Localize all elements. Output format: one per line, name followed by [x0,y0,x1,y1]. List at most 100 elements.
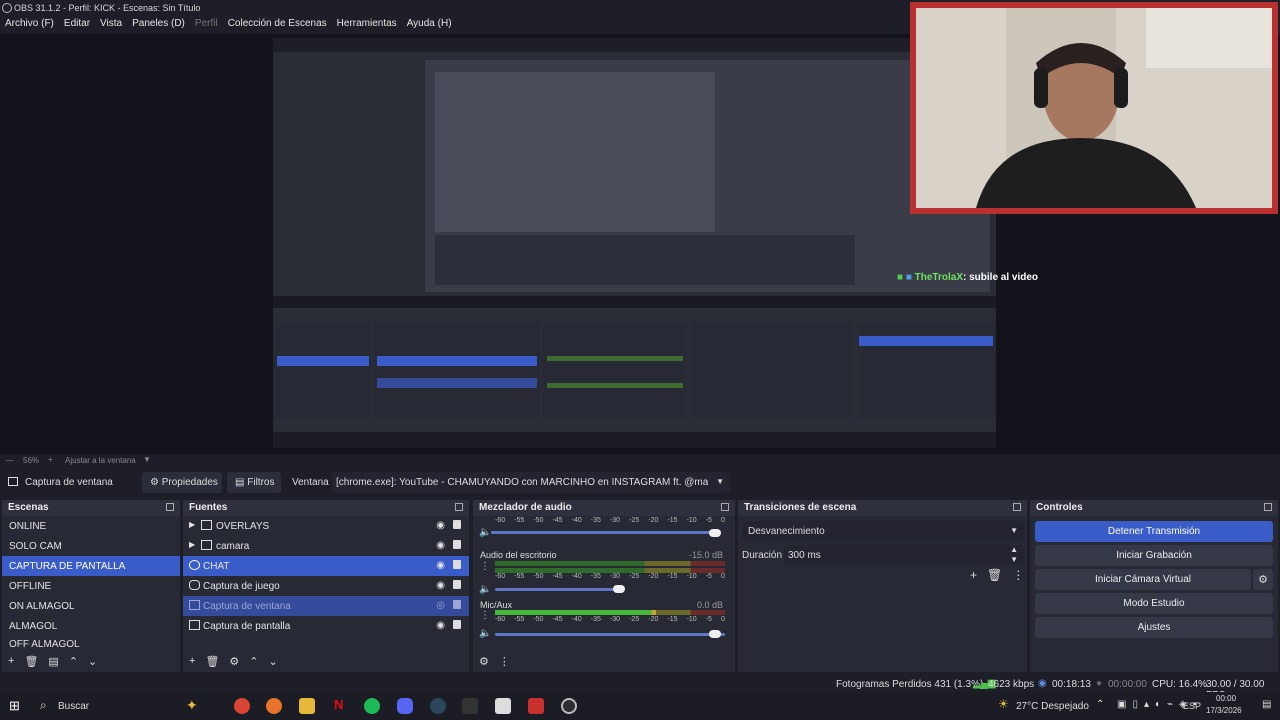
scene-item[interactable]: ALMAGOL [2,616,180,636]
window-select[interactable]: [chrome.exe]: YouTube - CHAMUYANDO con M… [332,472,730,493]
down-icon[interactable]: ⌄ [269,655,278,668]
volume-knob[interactable] [709,630,721,638]
source-item[interactable]: ▶ camara ◉ [183,536,469,556]
expand-icon[interactable]: ▶ [189,520,195,529]
scene-item-selected[interactable]: CAPTURA DE PANTALLA [2,556,180,576]
menu-paneles[interactable]: Paneles (D) [127,16,190,34]
firefox-icon[interactable] [266,698,282,714]
trash-icon[interactable]: 🗑 [987,568,1002,582]
fit-to-window[interactable]: Ajustar a la ventana [65,456,136,465]
scene-item[interactable]: ONLINE [2,516,180,536]
menu-herramientas[interactable]: Herramientas [332,16,402,34]
menu-editar[interactable]: Editar [59,16,95,34]
volume-slider[interactable] [491,531,721,534]
lock-icon[interactable] [453,580,461,589]
lock-icon[interactable] [453,600,461,609]
trash-icon[interactable]: 🗑 [24,655,38,668]
add-icon[interactable]: + [970,568,977,582]
up-icon[interactable]: ⌃ [69,655,78,668]
app-icon[interactable] [528,698,544,714]
language[interactable]: ESP [1183,701,1201,711]
file-explorer-icon[interactable] [299,698,315,714]
undock-icon[interactable] [1013,503,1021,511]
source-item-selected[interactable]: CHAT ◉ [183,556,469,576]
copilot-sparkle-icon[interactable]: ✦ [186,697,198,714]
transition-select[interactable]: Desvanecimiento ▼ [742,521,1024,541]
kebab-icon[interactable]: ⋮ [480,561,490,572]
up-icon[interactable]: ⌃ [249,655,258,668]
spin-down-icon[interactable]: ▼ [1010,555,1018,564]
scene-item[interactable]: ON ALMAGOL [2,596,180,616]
volume-slider[interactable] [495,633,725,636]
volume-slider[interactable] [495,588,623,591]
scene-item[interactable]: OFFLINE [2,576,180,596]
stop-stream-button[interactable]: Detener Transmisión [1035,521,1273,542]
undock-icon[interactable] [721,503,729,511]
spotify-icon[interactable] [364,698,380,714]
kebab-icon[interactable]: ⋮ [1012,568,1024,582]
scene-item[interactable]: OFF ALMAGOL [2,636,180,650]
capcut-icon[interactable] [495,698,511,714]
source-item[interactable]: Captura de pantalla ◉ [183,616,469,636]
spin-up-icon[interactable]: ▲ [1010,545,1018,554]
gear-icon[interactable]: ⚙ [229,655,239,668]
eye-icon[interactable]: ◉ [436,580,445,591]
expand-icon[interactable]: ▶ [189,540,195,549]
obs-taskbar-icon[interactable] [561,698,577,714]
chrome-icon[interactable] [234,698,250,714]
duration-input[interactable]: 300 ms ▲ ▼ [784,545,1024,565]
lock-icon[interactable] [453,520,461,529]
eye-icon[interactable]: ◉ [436,520,445,531]
preview-canvas[interactable] [273,38,996,448]
down-icon[interactable]: ⌄ [88,655,97,668]
menu-vista[interactable]: Vista [95,16,127,34]
properties-button[interactable]: ⚙ Propiedades [142,472,222,493]
undock-icon[interactable] [166,503,174,511]
lock-icon[interactable] [453,620,461,629]
source-item[interactable]: ▶ OVERLAYS ◉ [183,516,469,536]
eye-icon[interactable]: ◉ [436,620,445,631]
taskbar-search[interactable]: Buscar [58,701,89,712]
menu-archivo[interactable]: Archivo (F) [0,16,59,34]
speaker-icon[interactable]: 🔈 [479,527,491,538]
speaker-icon[interactable]: 🔈 [479,628,491,639]
menu-coleccion-escenas[interactable]: Colección de Escenas [223,16,332,34]
clock-time[interactable]: 00:00 [1216,694,1236,703]
lock-icon[interactable] [453,560,461,569]
studio-mode-button[interactable]: Modo Estudio [1035,593,1273,614]
epic-games-icon[interactable] [462,698,478,714]
tray-chevron-icon[interactable]: ⌃ [1096,699,1104,710]
virtual-camera-settings-gear-icon[interactable]: ⚙ [1253,569,1273,590]
undock-icon[interactable] [1264,503,1272,511]
search-icon[interactable]: ⌕ [40,698,47,713]
windows-start-icon[interactable]: ⊞ [9,698,20,714]
speaker-icon[interactable]: 🔈 [479,584,491,595]
zoom-out-icon[interactable]: — [6,456,14,465]
chevron-down-icon[interactable]: ▼ [143,455,151,464]
source-item[interactable]: Captura de juego ◉ [183,576,469,596]
menu-perfil[interactable]: Perfil [190,16,223,34]
scene-item[interactable]: SOLO CAM [2,536,180,556]
start-virtual-camera-button[interactable]: Iniciar Cámara Virtual [1035,569,1251,590]
eye-icon[interactable]: ◉ [436,540,445,551]
add-icon[interactable]: + [189,655,195,668]
steam-icon[interactable] [430,698,446,714]
eye-icon[interactable]: ◉ [436,560,445,571]
clock-date[interactable]: 17/3/2026 [1206,706,1242,715]
source-item-hidden[interactable]: Captura de ventana ◎ [183,596,469,616]
settings-button[interactable]: Ajustes [1035,617,1273,638]
discord-icon[interactable] [397,698,413,714]
kebab-icon[interactable]: ⋮ [480,610,490,621]
volume-knob[interactable] [709,529,721,537]
undock-icon[interactable] [455,503,463,511]
add-icon[interactable]: + [8,655,14,668]
netflix-icon[interactable]: N [334,697,343,712]
lock-icon[interactable] [453,540,461,549]
zoom-in-icon[interactable]: + [48,455,53,464]
start-recording-button[interactable]: Iniciar Grabación [1035,545,1273,566]
kebab-icon[interactable]: ⋮ [499,655,510,668]
menu-ayuda[interactable]: Ayuda (H) [402,16,457,34]
filter-icon[interactable]: ▤ [48,655,58,668]
eye-hidden-icon[interactable]: ◎ [436,600,445,611]
trash-icon[interactable]: 🗑 [205,655,219,668]
